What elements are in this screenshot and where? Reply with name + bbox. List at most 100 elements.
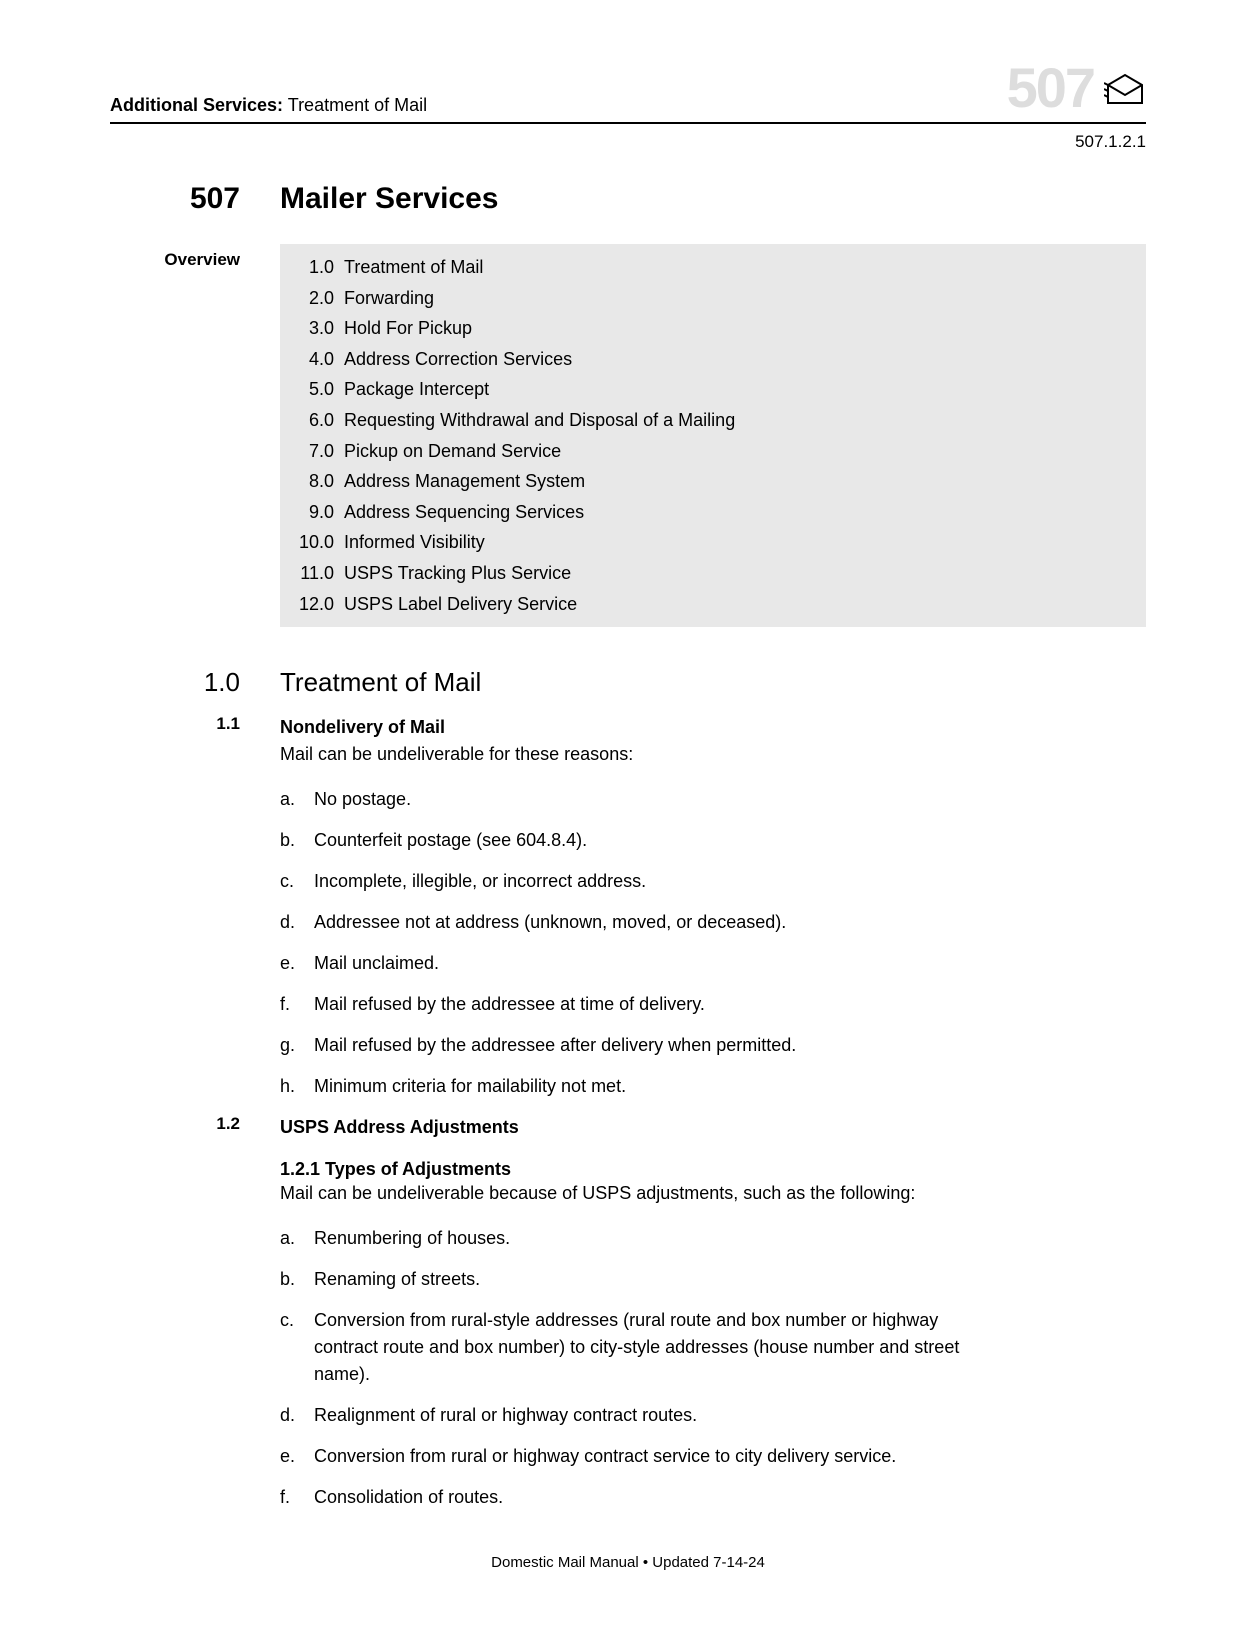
list-text: Mail refused by the addressee after deli… (314, 1032, 994, 1059)
list-item: a.No postage. (280, 786, 1146, 813)
list-item: b. Counterfeit postage (see 604.8.4). (280, 827, 1146, 854)
toc-num: 2.0 (294, 283, 334, 314)
subsection-1-1: 1.1 Nondelivery of Mail Mail can be unde… (110, 714, 1146, 778)
list-marker: e. (280, 950, 300, 977)
toc-item[interactable]: 2.0 Forwarding (294, 283, 1132, 314)
list-text: Counterfeit postage (see 604.8.4). (314, 827, 994, 854)
list-item: g. Mail refused by the addressee after de… (280, 1032, 1146, 1059)
list-marker: d. (280, 909, 300, 936)
toc-item[interactable]: 1.0 Treatment of Mail (294, 252, 1132, 283)
toc-item[interactable]: 11.0 USPS Tracking Plus Service (294, 558, 1132, 589)
toc-num: 6.0 (294, 405, 334, 436)
list-text: Realignment of rural or highway contract… (314, 1402, 994, 1429)
header-category-rest: Treatment of Mail (283, 95, 427, 115)
toc-item[interactable]: 4.0 Address Correction Services (294, 344, 1132, 375)
toc-text: Package Intercept (344, 374, 489, 405)
chapter-number: 507 (110, 182, 240, 216)
list-marker: b. (280, 827, 300, 854)
toc-num: 8.0 (294, 466, 334, 497)
header-category: Additional Services: Treatment of Mail (110, 95, 427, 116)
toc-text: Treatment of Mail (344, 252, 483, 283)
list-text: Incomplete, illegible, or incorrect addr… (314, 868, 994, 895)
list-item: e. Mail unclaimed. (280, 950, 1146, 977)
list-marker: d. (280, 1402, 300, 1429)
toc-item[interactable]: 6.0 Requesting Withdrawal and Disposal of… (294, 405, 1132, 436)
subsubsection-heading: 1.2.1 Types of Adjustments (280, 1159, 1146, 1180)
subsection-1-2: 1.2 USPS Address Adjustments (110, 1114, 1146, 1141)
toc-num: 4.0 (294, 344, 334, 375)
subsection-intro: Mail can be undeliverable for these reas… (280, 741, 1146, 768)
toc-text: Requesting Withdrawal and Disposal of a … (344, 405, 735, 436)
section-number: 1.0 (110, 667, 240, 698)
list-marker: h. (280, 1073, 300, 1100)
overview-row: Overview 1.0 Treatment of Mail 2.0 Forward… (110, 244, 1146, 627)
toc-text: Hold For Pickup (344, 313, 472, 344)
toc-item[interactable]: 12.0USPS Label Delivery Service (294, 589, 1132, 620)
list-1-1: a.No postage. b. Counterfeit postage (see… (280, 786, 1146, 1100)
list-item: d. Addressee not at address (unknown, mov… (280, 909, 1146, 936)
toc-item[interactable]: 7.0 Pickup on Demand Service (294, 436, 1132, 467)
list-item: b. Renaming of streets. (280, 1266, 1146, 1293)
list-item: c.Conversion from rural-style addresses … (280, 1307, 1146, 1388)
toc-num: 7.0 (294, 436, 334, 467)
list-text: Addressee not at address (unknown, moved… (314, 909, 994, 936)
section-reference: 507.1.2.1 (110, 132, 1146, 152)
list-item: c. Incomplete, illegible, or incorrect ad… (280, 868, 1146, 895)
section-title: Treatment of Mail (280, 667, 481, 698)
mailbox-icon (1104, 71, 1146, 112)
header-category-bold: Additional Services: (110, 95, 283, 115)
chapter-title: Mailer Services (280, 182, 498, 216)
list-text: Minimum criteria for mailability not met… (314, 1073, 994, 1100)
toc-item[interactable]: 3.0 Hold For Pickup (294, 313, 1132, 344)
toc-text: Address Sequencing Services (344, 497, 584, 528)
subsection-heading: Nondelivery of Mail (280, 714, 1146, 741)
header-right: 507 (1007, 60, 1146, 116)
toc-text: Informed Visibility (344, 527, 485, 558)
toc-item[interactable]: 10.0 Informed Visibility (294, 527, 1132, 558)
subsection-number: 1.1 (110, 714, 240, 778)
subsubsection-intro: Mail can be undeliverable because of USP… (280, 1180, 980, 1207)
list-marker: f. (280, 1484, 300, 1511)
list-item: a.Renumbering of houses. (280, 1225, 1146, 1252)
list-item: h. Minimum criteria for mailability not m… (280, 1073, 1146, 1100)
list-text: Mail refused by the addressee at time of… (314, 991, 994, 1018)
list-1-2-1: a.Renumbering of houses. b. Renaming of s… (280, 1225, 1146, 1511)
page-header: Additional Services: Treatment of Mail 5… (110, 60, 1146, 124)
list-item: f. Mail refused by the addressee at time … (280, 991, 1146, 1018)
list-item: e.Conversion from rural or highway contr… (280, 1443, 1146, 1470)
list-marker: c. (280, 1307, 300, 1388)
overview-label: Overview (110, 244, 240, 627)
subsection-number: 1.2 (110, 1114, 240, 1141)
overview-box: 1.0 Treatment of Mail 2.0 Forwarding 3.0 Ho… (280, 244, 1146, 627)
toc-num: 1.0 (294, 252, 334, 283)
toc-text: Forwarding (344, 283, 434, 314)
toc-num: 3.0 (294, 313, 334, 344)
list-item: d. Realignment of rural or highway contra… (280, 1402, 1146, 1429)
toc-item[interactable]: 8.0 Address Management System (294, 466, 1132, 497)
toc-text: Pickup on Demand Service (344, 436, 561, 467)
subsection-heading: USPS Address Adjustments (280, 1114, 1146, 1141)
list-marker: b. (280, 1266, 300, 1293)
toc-text: Address Correction Services (344, 344, 572, 375)
list-marker: c. (280, 868, 300, 895)
toc-item[interactable]: 9.0Address Sequencing Services (294, 497, 1132, 528)
list-text: Renumbering of houses. (314, 1225, 994, 1252)
list-marker: a. (280, 786, 300, 813)
toc-text: USPS Tracking Plus Service (344, 558, 571, 589)
header-big-number: 507 (1007, 60, 1094, 116)
list-text: Consolidation of routes. (314, 1484, 994, 1511)
toc-num: 12.0 (294, 589, 334, 620)
toc-text: Address Management System (344, 466, 585, 497)
list-item: f. Consolidation of routes. (280, 1484, 1146, 1511)
list-text: Mail unclaimed. (314, 950, 994, 977)
toc-num: 5.0 (294, 374, 334, 405)
toc-num: 10.0 (294, 527, 334, 558)
page-footer: Domestic Mail Manual • Updated 7-14-24 (0, 1554, 1256, 1571)
toc-item[interactable]: 5.0 Package Intercept (294, 374, 1132, 405)
list-text: Conversion from rural or highway contrac… (314, 1443, 994, 1470)
list-marker: f. (280, 991, 300, 1018)
list-text: Renaming of streets. (314, 1266, 994, 1293)
list-marker: g. (280, 1032, 300, 1059)
subsubsection-1-2-1: 1.2.1 Types of Adjustments Mail can be u… (280, 1159, 1146, 1207)
toc-num: 11.0 (294, 558, 334, 589)
